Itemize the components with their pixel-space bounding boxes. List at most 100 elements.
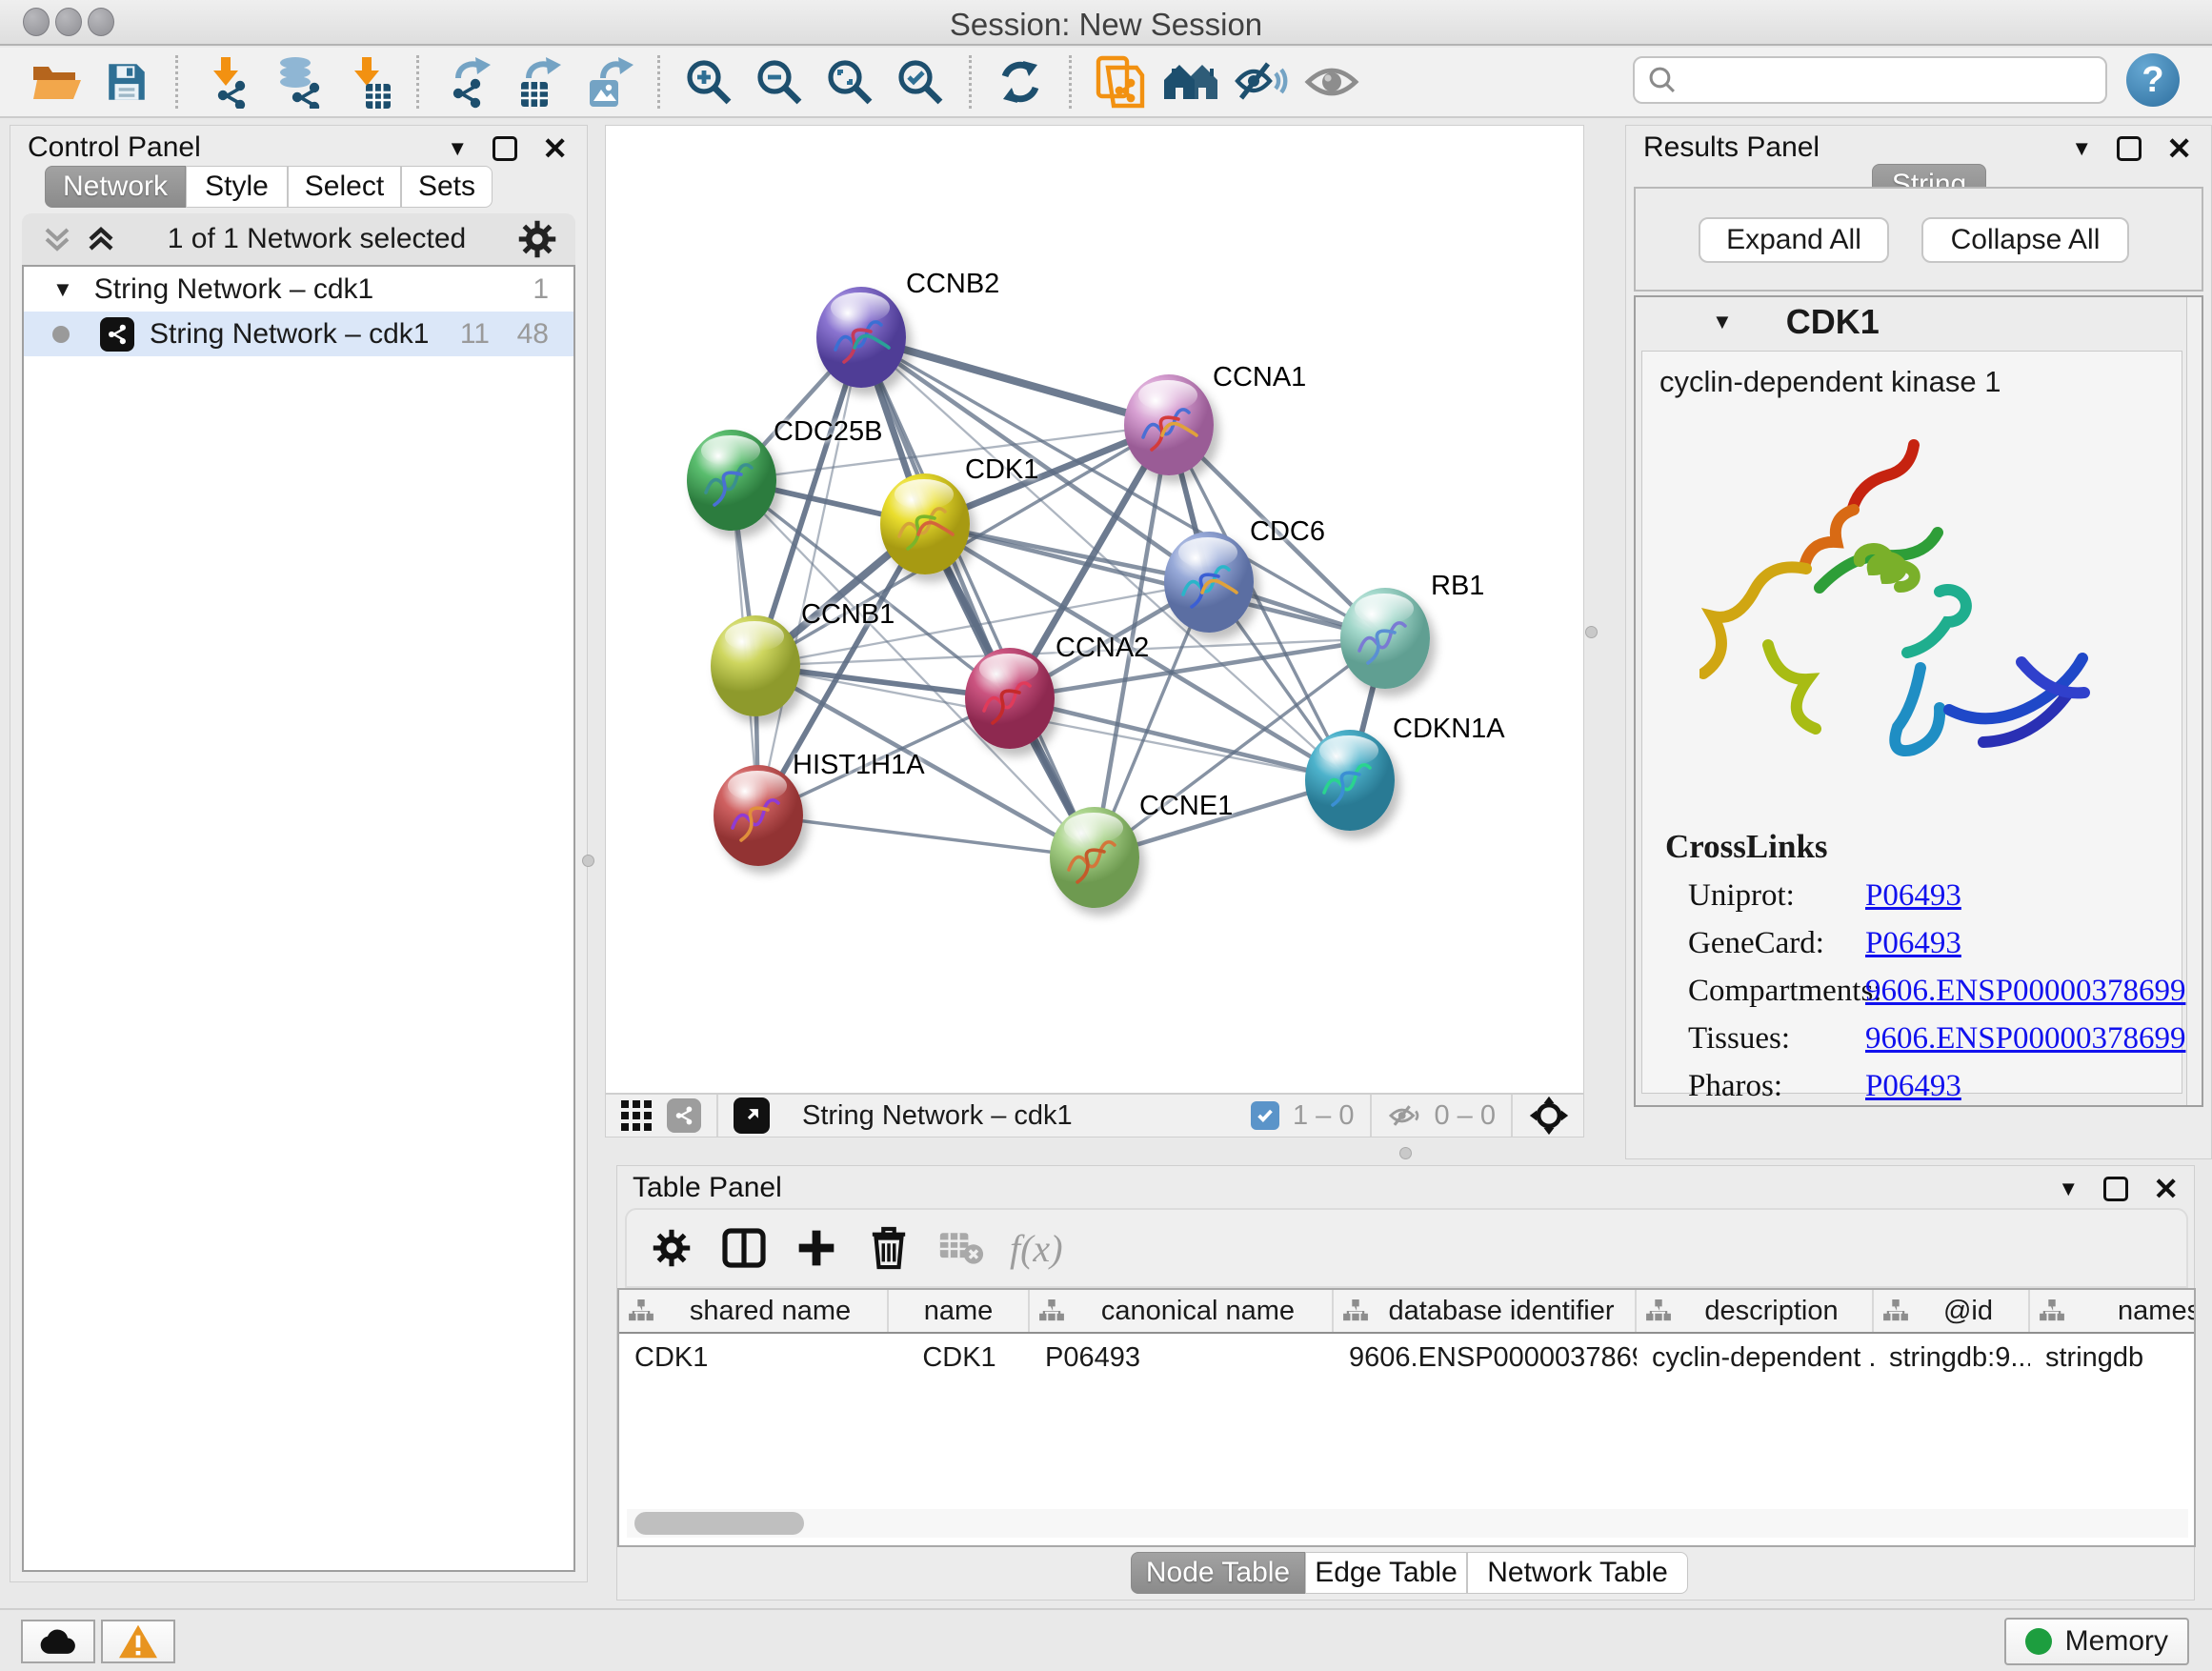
table-cell[interactable]: CDK1 — [619, 1342, 889, 1374]
network-collection-row[interactable]: ▼ String Network – cdk1 1 — [24, 267, 573, 312]
crosslink-link[interactable]: P06493 — [1865, 878, 1961, 914]
zoom-selected-button[interactable] — [892, 54, 949, 110]
expand-all-button[interactable]: Expand All — [1699, 217, 1889, 263]
collapse-triangle-icon[interactable]: ▼ — [1712, 310, 1733, 334]
network-node-cdc6[interactable] — [1164, 532, 1254, 633]
panel-menu-icon[interactable]: ▼ — [2071, 136, 2092, 161]
column-header--id[interactable]: @id — [1874, 1290, 2030, 1332]
collapse-triangle-icon[interactable]: ▼ — [52, 277, 73, 302]
table-cell[interactable]: 9606.ENSP00000378699 — [1334, 1342, 1637, 1374]
left-splitter-handle[interactable] — [582, 855, 594, 867]
network-node-rb1[interactable] — [1340, 588, 1430, 689]
close-panel-icon[interactable]: ✕ — [2166, 133, 2192, 164]
float-panel-icon[interactable] — [493, 136, 517, 161]
tab-edge-table[interactable]: Edge Table — [1305, 1552, 1467, 1594]
network-node-ccnb2[interactable] — [816, 287, 906, 388]
table-cell[interactable]: stringdb — [2030, 1342, 2196, 1374]
table-cell[interactable]: stringdb:9... — [1874, 1342, 2030, 1374]
gear-icon[interactable] — [516, 218, 558, 260]
show-eye-button[interactable] — [1303, 54, 1360, 110]
add-column-plus-icon[interactable] — [789, 1222, 844, 1274]
collapse-all-button[interactable]: Collapse All — [1921, 217, 2129, 263]
float-panel-icon[interactable] — [2117, 136, 2142, 161]
copy-network-button[interactable] — [1092, 54, 1149, 110]
warnings-button[interactable] — [101, 1620, 175, 1663]
crosslink-row: Tissues:9606.ENSP00000378699 — [1665, 1021, 2185, 1057]
network-selection-bar: 1 of 1 Network selected — [22, 213, 575, 265]
column-header-description[interactable]: description — [1637, 1290, 1874, 1332]
import-network-button[interactable] — [198, 54, 255, 110]
network-collection-label: String Network – cdk1 — [94, 273, 373, 306]
network-row-selected[interactable]: String Network – cdk1 11 48 — [24, 312, 573, 356]
tab-select[interactable]: Select — [288, 166, 401, 208]
tab-node-table[interactable]: Node Table — [1131, 1552, 1305, 1594]
memory-button[interactable]: Memory — [2004, 1618, 2189, 1665]
network-row-label: String Network – cdk1 — [150, 318, 429, 351]
tab-style[interactable]: Style — [186, 166, 288, 208]
import-table-button[interactable] — [339, 54, 396, 110]
network-node-hist1h1a[interactable] — [714, 765, 803, 866]
column-header-name[interactable]: name — [889, 1290, 1030, 1332]
export-network-button[interactable] — [439, 54, 496, 110]
panel-menu-icon[interactable]: ▼ — [447, 136, 468, 161]
refresh-button[interactable] — [992, 54, 1049, 110]
tab-sets[interactable]: Sets — [401, 166, 493, 208]
tab-network[interactable]: Network — [45, 166, 186, 208]
edge-count: 48 — [517, 318, 549, 351]
scrollbar-thumb[interactable] — [634, 1512, 804, 1535]
tab-network-table[interactable]: Network Table — [1467, 1552, 1688, 1594]
table-cell[interactable]: CDK1 — [889, 1342, 1030, 1374]
network-node-ccnb1[interactable] — [711, 615, 800, 716]
table-settings-gear-icon[interactable] — [644, 1222, 699, 1274]
network-node-ccne1[interactable] — [1050, 807, 1139, 908]
crosslink-link[interactable]: 9606.ENSP00000378699 — [1865, 1021, 2185, 1057]
window-title: Session: New Session — [0, 7, 2212, 43]
crosslink-link[interactable]: 9606.ENSP00000378699 — [1865, 974, 2185, 1009]
table-cell[interactable]: P06493 — [1030, 1342, 1334, 1374]
zoom-in-button[interactable] — [680, 54, 737, 110]
column-header-namespace[interactable]: namespace — [2030, 1290, 2196, 1332]
import-database-button[interactable] — [269, 54, 326, 110]
table-toolbar: f(x) — [625, 1208, 2188, 1288]
cloud-button[interactable] — [21, 1620, 95, 1663]
network-node-ccna1[interactable] — [1124, 374, 1214, 475]
export-table-button[interactable] — [510, 54, 567, 110]
homes-button[interactable] — [1162, 54, 1219, 110]
expand-all-icon[interactable] — [85, 224, 117, 254]
selected-checkbox-icon[interactable] — [1251, 1101, 1279, 1130]
network-node-cdc25b[interactable] — [687, 430, 776, 531]
show-columns-icon[interactable] — [716, 1222, 772, 1274]
column-header-shared-name[interactable]: shared name — [619, 1290, 889, 1332]
open-in-new-window-icon[interactable] — [734, 1097, 770, 1134]
zoom-out-button[interactable] — [751, 54, 808, 110]
open-session-button[interactable] — [28, 54, 85, 110]
network-node-ccna2[interactable] — [965, 648, 1055, 749]
close-panel-icon[interactable]: ✕ — [542, 133, 568, 164]
crosslink-link[interactable]: P06493 — [1865, 1069, 1961, 1104]
search-input[interactable] — [1679, 65, 2088, 95]
collapse-all-icon[interactable] — [41, 224, 73, 254]
close-panel-icon[interactable]: ✕ — [2153, 1174, 2179, 1204]
delete-column-trash-icon[interactable] — [861, 1222, 916, 1274]
network-node-cdk1[interactable] — [880, 473, 970, 574]
zoom-fit-button[interactable] — [821, 54, 878, 110]
right-splitter-handle[interactable] — [1585, 626, 1598, 638]
results-scrollbar[interactable] — [2186, 297, 2202, 1105]
table-cell[interactable]: cyclin-dependent ... — [1637, 1342, 1874, 1374]
fit-content-crosshair-icon[interactable] — [1528, 1095, 1570, 1137]
network-node-cdkn1a[interactable] — [1305, 730, 1395, 831]
save-session-button[interactable] — [98, 54, 155, 110]
help-button[interactable]: ? — [2126, 53, 2180, 107]
column-header-canonical-name[interactable]: canonical name — [1030, 1290, 1334, 1332]
export-image-button[interactable] — [580, 54, 637, 110]
float-panel-icon[interactable] — [2103, 1177, 2128, 1201]
column-header-database-identifier[interactable]: database identifier — [1334, 1290, 1637, 1332]
bottom-splitter-handle[interactable] — [1399, 1147, 1412, 1159]
table-row[interactable]: CDK1CDK1P064939606.ENSP00000378699cyclin… — [619, 1334, 2194, 1381]
panel-menu-icon[interactable]: ▼ — [2058, 1177, 2079, 1201]
network-view[interactable]: CCNB2CCNA1CDC25BCDK1CDC6RB1CCNB1CCNA2CDK… — [605, 125, 1584, 1094]
hide-eye-button[interactable] — [1233, 54, 1290, 110]
string-badge-icon[interactable] — [667, 1098, 701, 1133]
crosslink-link[interactable]: P06493 — [1865, 926, 1961, 961]
birds-eye-grid-icon[interactable] — [619, 1098, 654, 1133]
